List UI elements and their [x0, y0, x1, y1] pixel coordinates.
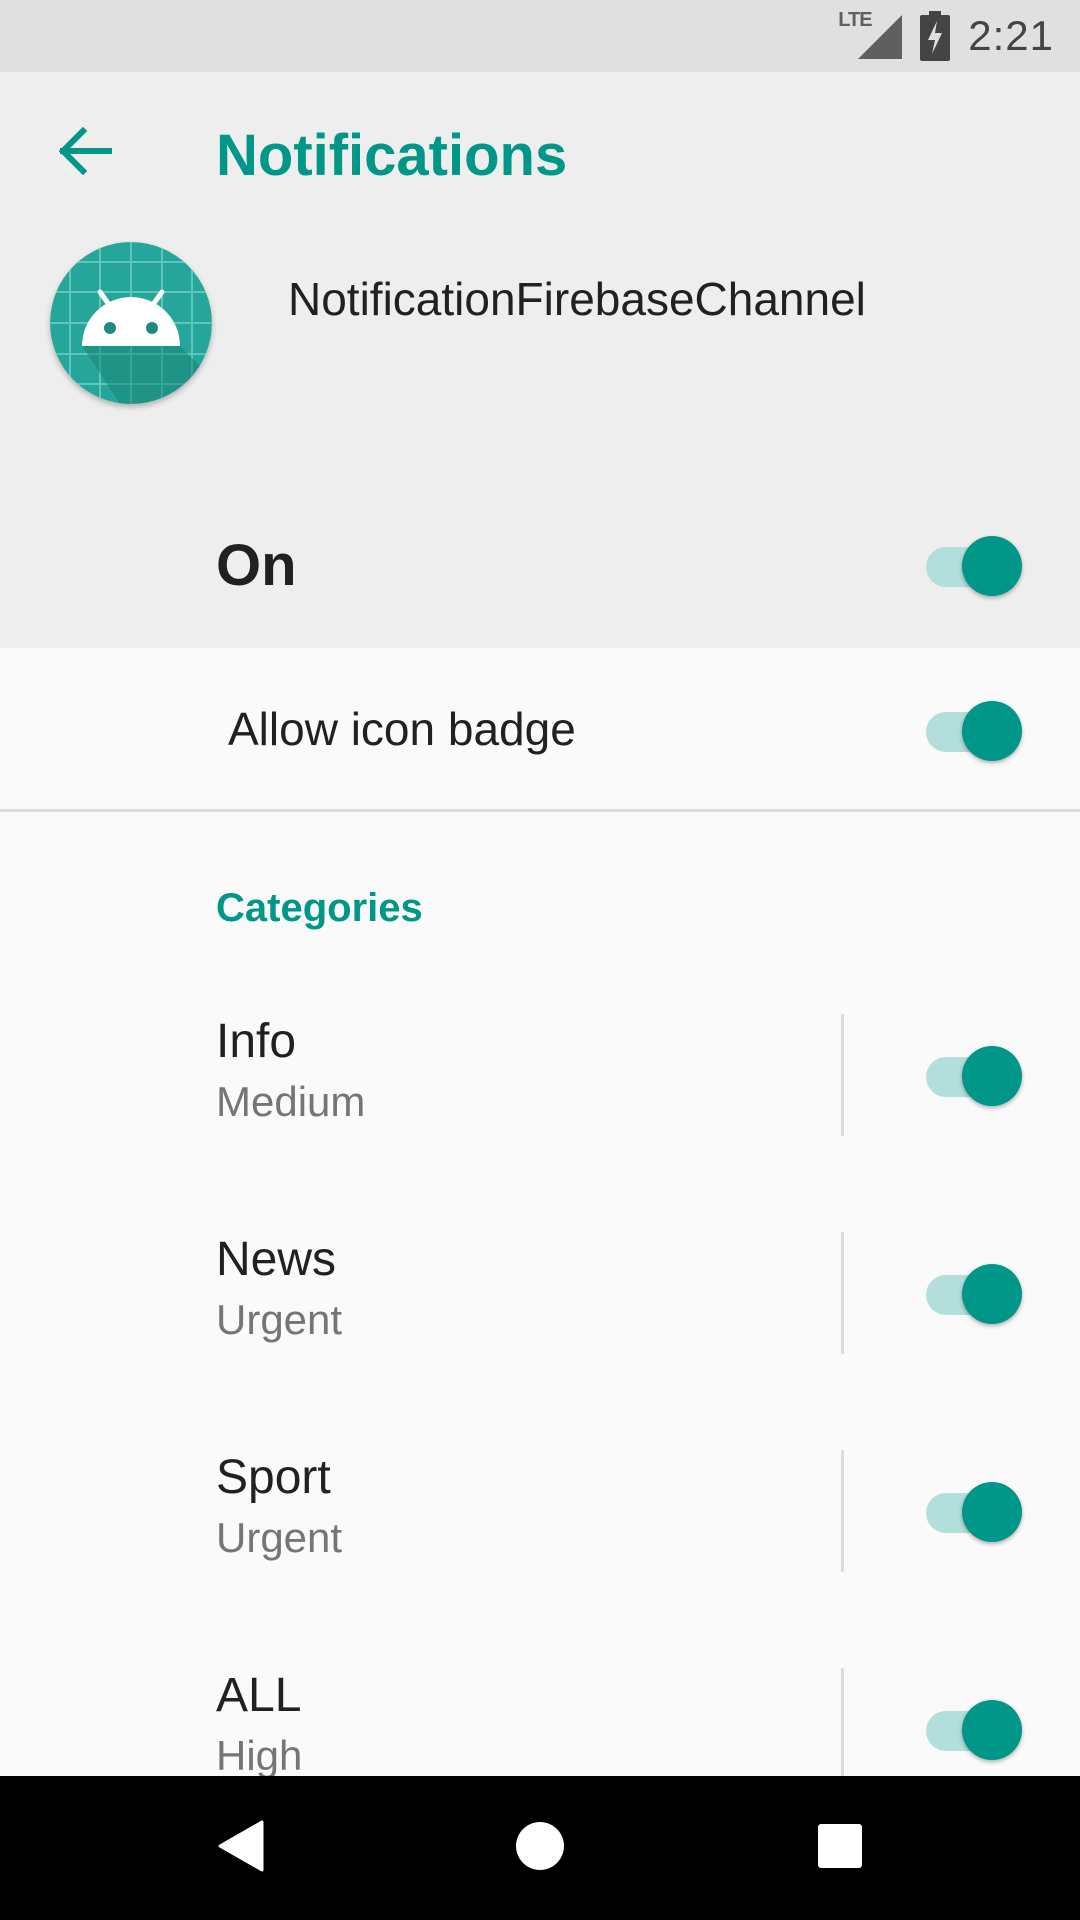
nav-back-icon — [216, 1820, 264, 1877]
nav-recents-button[interactable] — [790, 1798, 890, 1898]
signal-icon: LTE — [838, 9, 903, 59]
nav-home-button[interactable] — [490, 1798, 590, 1898]
battery-charging-icon — [920, 11, 951, 61]
allow-icon-badge-label: Allow icon badge — [228, 703, 576, 755]
status-bar: LTE 2:21 — [0, 0, 1080, 72]
category-toggle-news[interactable] — [926, 1258, 1026, 1328]
app-name: NotificationFirebaseChannel — [288, 273, 866, 325]
category-title: ALL — [216, 1669, 302, 1722]
back-button[interactable] — [50, 118, 120, 188]
category-title: News — [216, 1233, 337, 1286]
toggle-thumb — [962, 1264, 1022, 1324]
category-title: Sport — [216, 1451, 331, 1504]
divider — [841, 1014, 844, 1136]
category-toggle-all[interactable] — [926, 1694, 1026, 1764]
nav-back-button[interactable] — [190, 1798, 290, 1898]
toggle-thumb — [962, 1700, 1022, 1760]
category-importance: Urgent — [216, 1296, 343, 1343]
navigation-bar — [0, 1776, 1080, 1920]
category-importance: Medium — [216, 1078, 366, 1125]
master-switch-label: On — [216, 533, 297, 598]
category-importance: Urgent — [216, 1514, 343, 1561]
page-title: Notifications — [216, 123, 568, 188]
divider — [841, 1668, 844, 1790]
category-row-info[interactable]: Info Medium — [0, 1014, 1080, 1232]
category-row-sport[interactable]: Sport Urgent — [0, 1450, 1080, 1668]
toggle-thumb — [962, 536, 1022, 596]
master-notifications-toggle[interactable] — [926, 530, 1026, 600]
toggle-thumb — [962, 1482, 1022, 1542]
category-row-news[interactable]: News Urgent — [0, 1232, 1080, 1450]
category-toggle-info[interactable] — [926, 1040, 1026, 1110]
category-toggle-sport[interactable] — [926, 1476, 1026, 1546]
arrow-back-icon — [57, 126, 113, 180]
nav-recents-icon — [817, 1823, 863, 1874]
network-type: LTE — [838, 9, 872, 31]
android-icon — [50, 242, 212, 404]
toggle-thumb — [962, 1046, 1022, 1106]
category-importance: High — [216, 1732, 303, 1779]
nav-home-icon — [515, 1821, 565, 1876]
status-time: 2:21 — [968, 12, 1054, 59]
allow-icon-badge-toggle[interactable] — [926, 695, 1026, 765]
status-icons: LTE 2:21 — [838, 0, 1054, 72]
app-header: Notifications NotificationFirebaseChanne… — [0, 72, 1080, 648]
divider — [841, 1450, 844, 1572]
categories-header: Categories — [216, 886, 423, 930]
category-title: Info — [216, 1015, 297, 1068]
app-icon — [50, 242, 212, 404]
toggle-thumb — [962, 701, 1022, 761]
divider — [841, 1232, 844, 1354]
allow-icon-badge-row[interactable]: Allow icon badge — [0, 648, 1080, 812]
